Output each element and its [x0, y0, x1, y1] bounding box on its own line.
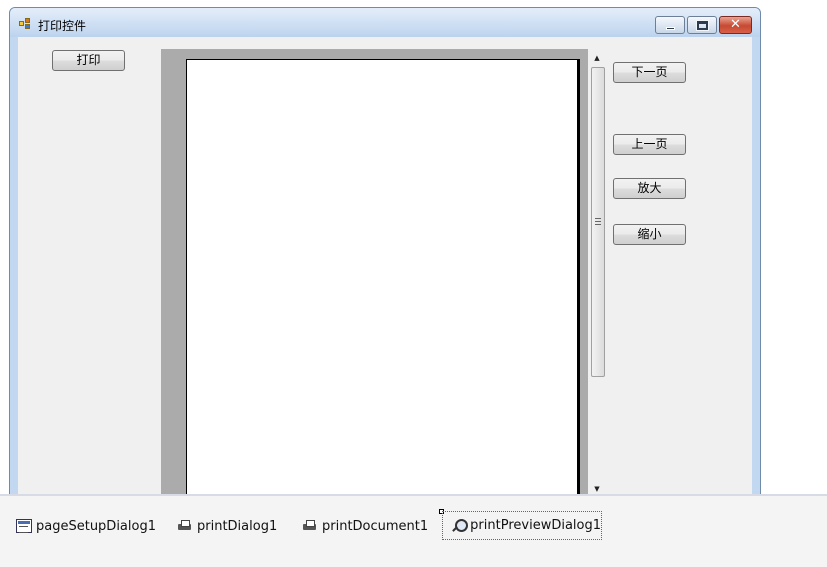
close-button[interactable]: ✕: [719, 16, 752, 34]
print-button[interactable]: 打印: [52, 50, 125, 71]
maximize-icon: [696, 20, 709, 31]
window-title: 打印控件: [38, 19, 87, 33]
print-preview-icon: [451, 518, 469, 533]
form-client-area: 打印 ▲ ▼ 下一页 上一页 放大 缩小: [18, 37, 752, 496]
printer-icon: [177, 519, 193, 533]
maximize-button[interactable]: [687, 16, 717, 34]
app-form-icon: [19, 18, 33, 30]
form-window: 打印控件 ✕ 打印 ▲ ▼ 下一页 上一页 放大 缩小: [9, 7, 761, 497]
scroll-grip-icon: [595, 218, 601, 225]
tray-item-page-setup-dialog[interactable]: pageSetupDialog1: [16, 515, 156, 537]
zoom-in-button[interactable]: 放大: [613, 178, 686, 199]
page-setup-icon: [16, 519, 32, 533]
preview-vertical-scrollbar[interactable]: ▲ ▼: [588, 49, 606, 496]
printer-icon: [302, 519, 318, 533]
prev-page-button[interactable]: 上一页: [613, 134, 686, 155]
tray-item-print-dialog[interactable]: printDialog1: [177, 515, 277, 537]
scrollbar-thumb[interactable]: [591, 67, 605, 377]
tray-item-print-document[interactable]: printDocument1: [302, 515, 428, 537]
component-tray: pageSetupDialog1 printDialog1 printDocum…: [0, 494, 827, 567]
title-bar[interactable]: 打印控件 ✕: [10, 8, 760, 37]
print-preview-control[interactable]: [161, 49, 588, 496]
tray-item-print-preview-dialog[interactable]: printPreviewDialog1: [442, 511, 602, 540]
tray-item-label: pageSetupDialog1: [36, 518, 156, 534]
tray-item-label: printPreviewDialog1: [470, 518, 601, 533]
tray-item-label: printDialog1: [197, 518, 278, 534]
tray-item-label: printDocument1: [322, 518, 429, 534]
minimize-button[interactable]: [655, 16, 685, 34]
close-icon: ✕: [730, 17, 741, 32]
zoom-out-button[interactable]: 缩小: [613, 224, 686, 245]
scroll-up-arrow-icon[interactable]: ▲: [588, 51, 606, 65]
next-page-button[interactable]: 下一页: [613, 62, 686, 83]
minimize-icon: [666, 27, 675, 30]
preview-page: [186, 59, 578, 496]
